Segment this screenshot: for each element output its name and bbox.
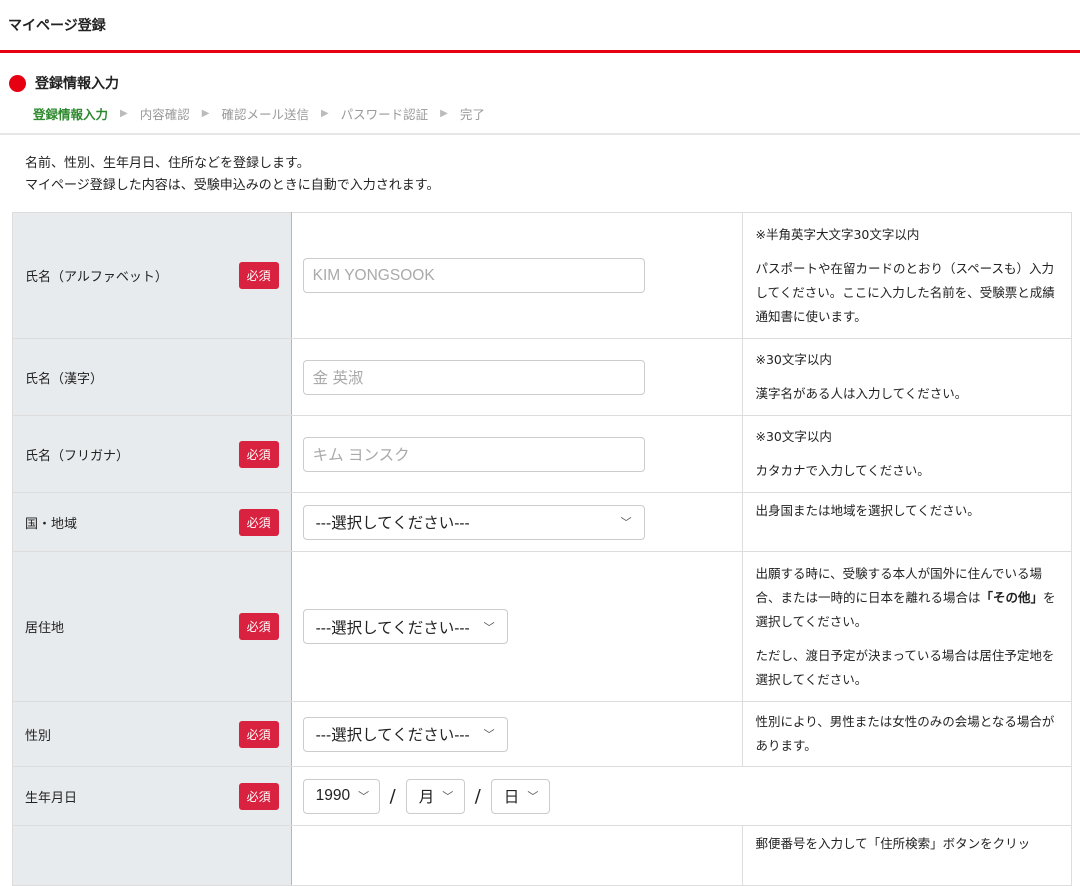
required-badge: 必須 (238, 508, 279, 536)
red-dot-icon (9, 74, 26, 92)
row-country: 国・地域 必須 ---選択してください--- ﹀ 出身国または地域を選択してくだ… (12, 492, 1072, 552)
select-value: 1990 (315, 787, 351, 804)
required-badge: 必須 (238, 613, 279, 640)
select-value: ---選択してください--- (315, 619, 470, 637)
select-value: 月 (418, 789, 435, 806)
registration-form: 氏名（アルファベット） 必須 KIM YONGSOOK ※半角英字大文字30文字… (12, 212, 1073, 886)
step-arrow-icon: ▶ (440, 108, 448, 119)
field-note: 郵便番号を入力して「住所検索」ボタンをクリッ (755, 836, 1031, 851)
chevron-down-icon: ﹀ (527, 791, 539, 803)
select-value: ---選択してください--- (315, 515, 470, 532)
country-select[interactable]: ---選択してください--- ﹀ (302, 504, 645, 540)
name-alphabet-input[interactable]: KIM YONGSOOK (302, 258, 645, 293)
field-label: 性別 (25, 728, 52, 744)
name-kana-input[interactable]: キム ヨンスク (302, 436, 645, 472)
birth-year-select[interactable]: 1990 ﹀ (302, 778, 380, 814)
row-residence: 居住地 必須 ---選択してください--- ﹀ 出願する時に、受験する本人が国外… (12, 551, 1072, 702)
birthdate-fields: 1990 ﹀ / 月 ﹀ / 日 ﹀ (302, 778, 1060, 814)
chevron-down-icon: ﹀ (620, 517, 632, 529)
chevron-down-icon: ﹀ (442, 791, 454, 803)
row-address: 郵便番号を入力して「住所検索」ボタンをクリッ (12, 825, 1072, 886)
row-name-alpha: 氏名（アルファベット） 必須 KIM YONGSOOK ※半角英字大文字30文字… (12, 212, 1072, 339)
required-badge: 必須 (238, 440, 279, 468)
birth-day-select[interactable]: 日 ﹀ (490, 778, 550, 814)
field-note: 漢字名がある人は入力してください。 (755, 386, 968, 401)
field-note: カタカナで入力してください。 (755, 463, 930, 478)
field-label: 氏名（アルファベット） (25, 270, 168, 285)
step-confirm: 内容確認 (139, 107, 190, 122)
row-birthdate: 生年月日 必須 1990 ﹀ / 月 ﹀ / 日 ﹀ (12, 766, 1073, 826)
field-note: パスポートや在留カードのとおり（スペースも）入力してください。ここに入力した名前… (755, 260, 1055, 324)
birth-month-select[interactable]: 月 ﹀ (405, 778, 465, 814)
page-title: マイページ登録 (8, 18, 106, 34)
field-note: 出願する時に、受験する本人が国外に住んでいる場合、または一時的に日本を離れる場合… (755, 562, 1059, 634)
required-badge: 必須 (238, 262, 279, 289)
field-note: 性別により、男性または女性のみの会場となる場合があります。 (755, 714, 1055, 753)
required-badge: 必須 (238, 782, 279, 810)
page-header: マイページ登録 (0, 0, 1080, 50)
intro-line: マイページ登録した内容は、受験申込みのときに自動で入力されます。 (25, 178, 440, 193)
row-name-kana: 氏名（フリガナ） 必須 キム ヨンスク ※30文字以内 カタカナで入力してくださ… (12, 415, 1072, 493)
field-note: ※半角英字大文字30文字以内 (755, 226, 920, 242)
chevron-down-icon: ﹀ (358, 791, 370, 803)
step-arrow-icon: ▶ (201, 108, 210, 119)
step-complete: 完了 (459, 107, 485, 122)
date-separator: / (474, 785, 481, 807)
field-label: 生年月日 (25, 790, 78, 806)
field-note: ※30文字以内 (755, 429, 832, 444)
field-note: ただし、渡日予定が決まっている場合は居住予定地を選択してください。 (755, 647, 1055, 687)
residence-select[interactable]: ---選択してください--- ﹀ (302, 609, 508, 644)
step-email: 確認メール送信 (221, 107, 309, 122)
note-emphasis: 「その他」 (980, 589, 1044, 605)
field-note: 出身国または地域を選択してください。 (755, 503, 980, 518)
step-password: パスワード認証 (340, 107, 429, 122)
name-kanji-input[interactable]: 金 英淑 (302, 359, 645, 395)
field-label: 氏名（漢字） (25, 371, 104, 387)
row-gender: 性別 必須 ---選択してください--- ﹀ 性別により、男性または女性のみの会… (12, 701, 1072, 767)
section-title: 登録情報入力 (35, 76, 119, 92)
required-badge: 必須 (238, 720, 279, 748)
step-arrow-icon: ▶ (320, 108, 329, 119)
intro-line: 名前、性別、生年月日、住所などを登録します。 (25, 156, 310, 171)
date-separator: / (389, 785, 396, 807)
gender-select[interactable]: ---選択してください--- ﹀ (302, 716, 508, 752)
row-name-kanji: 氏名（漢字） 金 英淑 ※30文字以内 漢字名がある人は入力してください。 (12, 338, 1072, 416)
intro-text: 名前、性別、生年月日、住所などを登録します。 マイページ登録した内容は、受験申込… (0, 135, 1080, 214)
select-value: 日 (503, 789, 520, 806)
select-value: ---選択してください--- (315, 727, 470, 744)
step-arrow-icon: ▶ (120, 108, 128, 119)
field-label: 氏名（フリガナ） (25, 448, 130, 464)
step-input: 登録情報入力 (33, 107, 109, 122)
field-note: ※30文字以内 (755, 352, 832, 367)
section-header: 登録情報入力 (0, 53, 1080, 97)
progress-steps: 登録情報入力 ▶ 内容確認 ▶ 確認メール送信 ▶ パスワード認証 ▶ 完了 (0, 97, 1080, 130)
field-label: 居住地 (25, 621, 65, 636)
chevron-down-icon: ﹀ (483, 729, 495, 741)
field-label: 国・地域 (25, 516, 78, 532)
chevron-down-icon: ﹀ (483, 621, 495, 634)
